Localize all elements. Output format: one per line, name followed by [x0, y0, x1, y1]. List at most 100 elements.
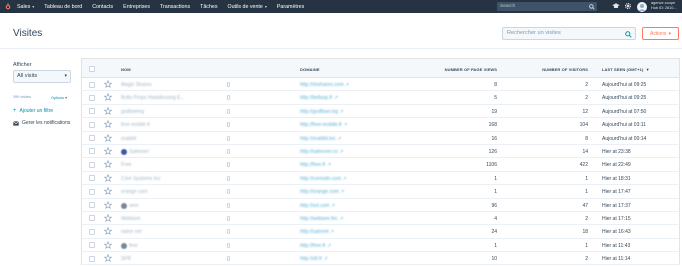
preview-icon[interactable]: [227, 108, 230, 114]
preview-icon[interactable]: [227, 202, 230, 208]
domain-link[interactable]: http://free.fr ↗: [300, 243, 331, 249]
preview-icon[interactable]: [227, 162, 230, 168]
domain-link[interactable]: http://orabbit.tec ↗: [300, 136, 341, 142]
row-checkbox[interactable]: [89, 228, 95, 237]
view-select[interactable]: All visits ▾: [13, 70, 71, 83]
domain-link[interactable]: http://bellssp.fr ↗: [300, 95, 338, 101]
star-icon[interactable]: [103, 120, 113, 130]
preview-icon[interactable]: [227, 189, 230, 195]
star-icon[interactable]: [103, 187, 113, 197]
star-icon[interactable]: [103, 227, 113, 237]
star-icon[interactable]: [103, 240, 113, 251]
row-checkbox[interactable]: [89, 202, 95, 210]
table-row[interactable]: godlsering http://godfiser.ing ↗ 19 12 Aujou…: [81, 104, 680, 119]
company-name-cell[interactable]: Magic Shares: [121, 82, 152, 88]
table-row[interactable]: Magic Shares http://shshares.com ↗ 8 2 Aujou…: [81, 78, 680, 92]
nav-item-sales[interactable]: Sales ▾: [12, 4, 39, 10]
nav-item-contacts[interactable]: Contacts: [87, 4, 118, 10]
table-row[interactable]: free mobile fr http://free-mobile.fr ↗ 168…: [81, 118, 680, 132]
table-row[interactable]: Saleover http://saleover.co ↗ 126 14 Hier at…: [81, 144, 680, 159]
company-name-cell[interactable]: Free: [121, 162, 131, 168]
gear-icon[interactable]: [624, 2, 632, 10]
domain-link[interactable]: http://shshares.com ↗: [300, 82, 349, 88]
domain-link[interactable]: http://free-mobile.fr ↗: [300, 122, 348, 128]
row-checkbox[interactable]: [89, 161, 95, 170]
star-icon[interactable]: [103, 79, 113, 90]
table-row[interactable]: Bolts Props Hautdessing E... http://bells…: [81, 91, 680, 105]
company-name-cell[interactable]: free: [121, 242, 138, 249]
company-name-cell[interactable]: Bolts Props Hautdessing E...: [121, 95, 185, 101]
table-row[interactable]: Webisee http://websee.fec ↗ 4 2 Hier at 17:1…: [81, 211, 680, 226]
domain-link[interactable]: http://svl.com ↗: [300, 203, 335, 209]
company-name-cell[interactable]: free mobile fr: [121, 122, 150, 128]
select-all-checkbox[interactable]: [89, 66, 95, 73]
nav-item-t-ches[interactable]: Tâches: [195, 4, 222, 10]
preview-icon[interactable]: [227, 256, 230, 262]
star-icon[interactable]: [103, 106, 113, 117]
nav-item-outils-de-vente[interactable]: Outils de vente ▾: [222, 4, 271, 10]
preview-icon[interactable]: [227, 229, 230, 235]
company-name-cell[interactable]: godlsering: [121, 109, 144, 115]
row-checkbox[interactable]: [89, 81, 95, 90]
star-icon[interactable]: [103, 160, 113, 170]
nav-item-entreprises[interactable]: Entreprises: [118, 4, 155, 10]
preview-icon[interactable]: [227, 175, 230, 181]
preview-icon[interactable]: [227, 82, 230, 87]
row-checkbox[interactable]: [89, 148, 95, 156]
table-row[interactable]: naine net http://sainnet ↗ 24 18 Hier at 16:…: [81, 225, 680, 239]
nav-item-transactions[interactable]: Transactions: [155, 4, 195, 10]
column-header-domain[interactable]: DOMAINE: [300, 67, 320, 72]
preview-icon[interactable]: [227, 95, 230, 101]
preview-icon[interactable]: [227, 122, 230, 128]
row-checkbox[interactable]: [89, 255, 95, 264]
company-name-cell[interactable]: Core Systems Inc: [121, 176, 160, 182]
star-icon[interactable]: [103, 253, 113, 264]
options-dropdown[interactable]: Options ▾: [51, 95, 67, 100]
table-row[interactable]: Core Systems Inc http://coresdn.com ↗ 1 1 Hi…: [81, 171, 680, 186]
table-row[interactable]: orange com http://orange.com ↗ 1 1 Hier at 1…: [81, 185, 680, 199]
row-checkbox[interactable]: [89, 242, 95, 250]
company-name-cell[interactable]: SFR: [121, 256, 131, 262]
avatar[interactable]: [637, 1, 647, 12]
preview-icon[interactable]: [227, 215, 230, 221]
company-name-cell[interactable]: vem: [121, 202, 138, 209]
table-row[interactable]: free http://free.fr ↗ 1 1 Hier at 11:43: [81, 238, 680, 253]
row-checkbox[interactable]: [89, 215, 95, 223]
table-row[interactable]: SFR http://sfr.fr ↗ 10 2 Hier at 11:14: [81, 252, 680, 266]
star-icon[interactable]: [103, 200, 113, 211]
row-checkbox[interactable]: [89, 135, 95, 143]
domain-link[interactable]: http://saleover.co ↗: [300, 149, 343, 155]
graduation-cap-icon[interactable]: [612, 2, 620, 10]
domain-link[interactable]: http://sfr.fr ↗: [300, 256, 328, 262]
column-header-last-seen[interactable]: LAST SEEN (GMT+1) ▼: [602, 67, 650, 72]
domain-link[interactable]: http://coresdn.com ↗: [300, 176, 347, 182]
preview-icon[interactable]: [227, 148, 230, 154]
star-icon[interactable]: [103, 173, 113, 184]
table-row[interactable]: orabbit http://orabbit.tec ↗ 16 8 Aujourd'hu…: [81, 131, 680, 145]
company-name-cell[interactable]: naine net: [121, 229, 142, 235]
company-name-cell[interactable]: Saleover: [121, 148, 149, 155]
row-checkbox[interactable]: [89, 121, 95, 130]
table-row[interactable]: Free http://free.fr ↗ 1106 422 Hier at 22:49: [81, 158, 680, 172]
column-header-name[interactable]: NOM: [121, 67, 131, 72]
company-name-cell[interactable]: orange com: [121, 189, 147, 195]
company-name-cell[interactable]: orabbit: [121, 136, 136, 142]
star-icon[interactable]: [103, 213, 113, 224]
account-menu[interactable]: agence-coupe Hub ID: 2810...: [651, 1, 677, 11]
star-icon[interactable]: [103, 93, 113, 103]
domain-link[interactable]: http://websee.fec ↗: [300, 216, 343, 222]
global-search-input[interactable]: Search: [497, 2, 597, 11]
row-checkbox[interactable]: [89, 188, 95, 197]
hubspot-sprocket-icon[interactable]: [3, 2, 12, 11]
nav-item-tableau-de-bord[interactable]: Tableau de bord: [39, 4, 87, 10]
company-name-cell[interactable]: Webisee: [121, 216, 140, 222]
search-visits-input[interactable]: Rechercher un visites: [502, 27, 636, 40]
row-checkbox[interactable]: [89, 108, 95, 116]
domain-link[interactable]: http://sainnet ↗: [300, 229, 334, 235]
manage-notifications-link[interactable]: Gerer les notifications: [13, 120, 70, 126]
actions-button[interactable]: Actions ▾: [642, 27, 679, 40]
star-icon[interactable]: [103, 146, 113, 157]
star-icon[interactable]: [103, 133, 113, 144]
table-row[interactable]: vem http://svl.com ↗ 96 47 Hier at 17:37: [81, 198, 680, 212]
add-filter-link[interactable]: + Ajouter un filtre: [13, 108, 53, 115]
